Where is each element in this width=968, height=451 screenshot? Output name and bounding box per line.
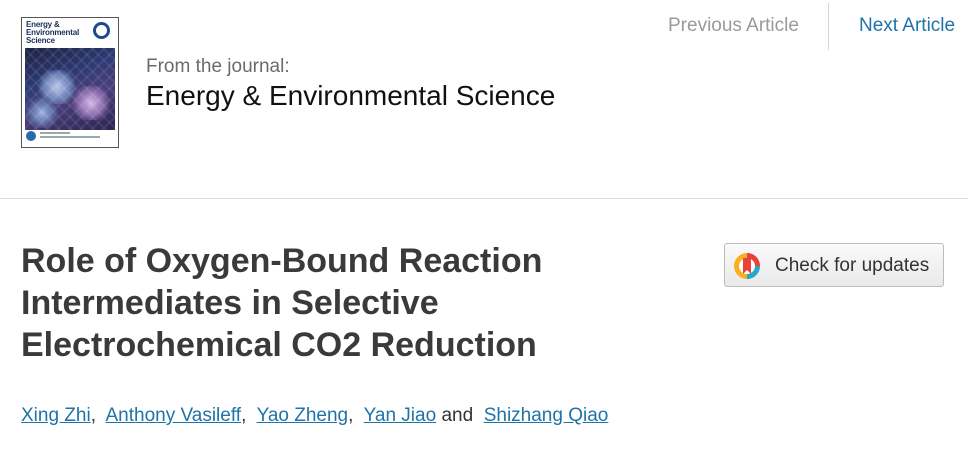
journal-name[interactable]: Energy & Environmental Science xyxy=(146,80,555,112)
crossmark-icon xyxy=(734,253,760,279)
author-link[interactable]: Yao Zheng xyxy=(257,405,349,426)
check-for-updates-label: Check for updates xyxy=(775,255,930,276)
cover-title: Energy & Environmental Science xyxy=(26,20,79,45)
journal-header: Energy & Environmental Science From the … xyxy=(0,0,968,198)
nav-divider xyxy=(828,3,829,50)
next-article-link[interactable]: Next Article xyxy=(859,15,955,37)
author-link[interactable]: Yan Jiao xyxy=(364,405,437,426)
from-journal-label: From the journal: xyxy=(146,56,290,77)
author-link[interactable]: Anthony Vasileff xyxy=(106,405,242,426)
author-link[interactable]: Shizhang Qiao xyxy=(484,405,609,426)
check-for-updates-button[interactable]: Check for updates xyxy=(724,243,944,287)
author-link[interactable]: Xing Zhi xyxy=(21,405,91,426)
cover-footer xyxy=(26,131,114,141)
author-conjunction: and xyxy=(441,405,474,426)
author-list: Xing Zhi, Anthony Vasileff, Yao Zheng, Y… xyxy=(21,405,609,426)
header-divider xyxy=(0,198,968,199)
journal-cover-image[interactable]: Energy & Environmental Science xyxy=(21,17,119,148)
article-title: Role of Oxygen-Bound Reaction Intermedia… xyxy=(21,242,543,364)
cover-artwork xyxy=(25,48,115,130)
previous-article-link[interactable]: Previous Article xyxy=(668,15,799,37)
cover-ring-logo xyxy=(93,22,110,39)
